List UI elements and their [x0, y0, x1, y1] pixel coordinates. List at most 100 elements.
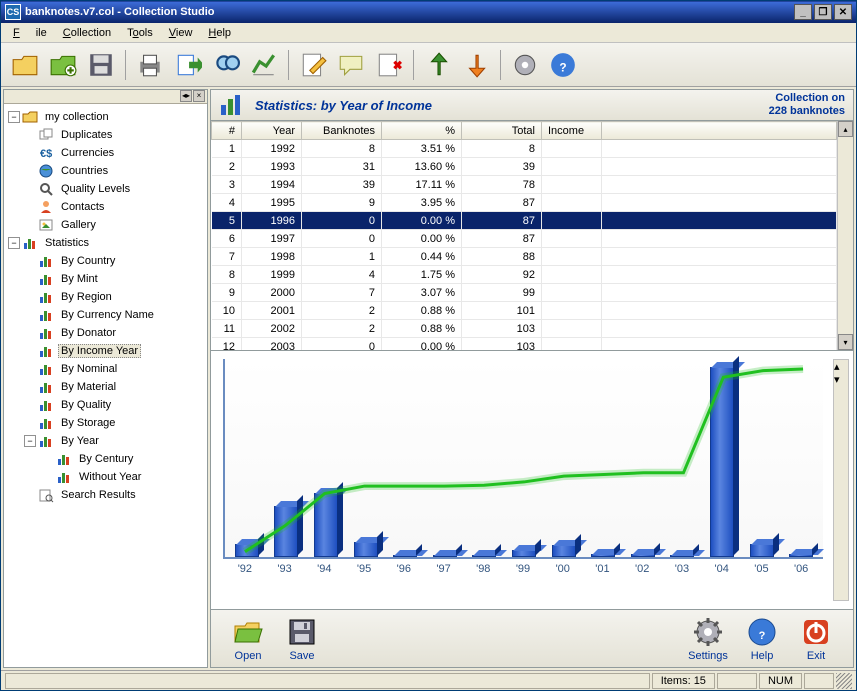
- table-row[interactable]: 11200220.88 %103: [212, 320, 837, 338]
- chart-bar: [431, 359, 459, 557]
- tree-icon: [38, 289, 54, 305]
- tree-icon: [38, 163, 54, 179]
- table-row[interactable]: 1199283.51 %8: [212, 140, 837, 158]
- table-scrollbar[interactable]: ▴ ▾: [837, 121, 853, 350]
- toolbar-download-orange-button[interactable]: [458, 47, 494, 83]
- toolbar-chart-button[interactable]: [246, 47, 282, 83]
- col-num[interactable]: #: [212, 122, 242, 140]
- open-button[interactable]: Open: [221, 614, 275, 664]
- x-tick-label: '04: [708, 563, 736, 575]
- tree-search-results[interactable]: Search Results: [6, 486, 205, 504]
- tree-label: By Income Year: [58, 344, 141, 358]
- toolbar-comment-button[interactable]: [333, 47, 369, 83]
- toolbar-settings-gear-button[interactable]: [507, 47, 543, 83]
- table-row[interactable]: 10200120.88 %101: [212, 302, 837, 320]
- tree-stats-by-donator[interactable]: By Donator: [6, 324, 205, 342]
- tree-quality-levels[interactable]: Quality Levels: [6, 180, 205, 198]
- tree-stats-by-quality[interactable]: By Quality: [6, 396, 205, 414]
- sidebar-collapse-button[interactable]: ◂▸: [180, 90, 192, 102]
- settings-button[interactable]: Settings: [681, 614, 735, 664]
- toolbar-edit-note-button[interactable]: [295, 47, 331, 83]
- toolbar-add-folder-button[interactable]: [45, 47, 81, 83]
- menu-view[interactable]: View: [161, 25, 201, 41]
- table-row[interactable]: 219933113.60 %39: [212, 158, 837, 176]
- resize-grip[interactable]: [836, 673, 852, 689]
- chart-bar: [510, 359, 538, 557]
- tree-stats-by-material[interactable]: By Material: [6, 378, 205, 396]
- menu-collection[interactable]: Collection: [55, 25, 119, 41]
- expand-toggle[interactable]: −: [24, 435, 36, 447]
- help-button[interactable]: ? Help: [735, 614, 789, 664]
- table-row[interactable]: 7199810.44 %88: [212, 248, 837, 266]
- expand-toggle[interactable]: −: [8, 111, 20, 123]
- chart-bar: [748, 359, 776, 557]
- chart-scrollbar[interactable]: ▴ ▾: [833, 359, 849, 601]
- tree-by-year[interactable]: − By Year: [6, 432, 205, 450]
- tree-stats-by-storage[interactable]: By Storage: [6, 414, 205, 432]
- table-row[interactable]: 6199700.00 %87: [212, 230, 837, 248]
- table-row[interactable]: 5199600.00 %87: [212, 212, 837, 230]
- tree-stats-by-income-year[interactable]: By Income Year: [6, 342, 205, 360]
- col-year[interactable]: Year: [242, 122, 302, 140]
- col-banknotes[interactable]: Banknotes: [302, 122, 382, 140]
- menu-help[interactable]: Help: [200, 25, 239, 41]
- close-button[interactable]: ✕: [834, 4, 852, 20]
- tree-gallery[interactable]: Gallery: [6, 216, 205, 234]
- export-icon: [174, 51, 202, 79]
- table-row[interactable]: 319943917.11 %78: [212, 176, 837, 194]
- toolbar-find-button[interactable]: [208, 47, 244, 83]
- sidebar: ◂▸ × −my collectionDuplicates€$Currencie…: [3, 89, 208, 668]
- tree-icon: [38, 361, 54, 377]
- toolbar-open-folder-button[interactable]: [7, 47, 43, 83]
- chart-bar: [273, 359, 301, 557]
- tree-root[interactable]: −my collection: [6, 108, 205, 126]
- status-items: Items: 15: [652, 673, 715, 689]
- toolbar-lock-button[interactable]: [371, 47, 407, 83]
- toolbar-print-button[interactable]: [132, 47, 168, 83]
- chart-bar: [629, 359, 657, 557]
- x-tick-label: '95: [350, 563, 378, 575]
- scroll-up-button[interactable]: ▴: [838, 121, 853, 137]
- exit-button[interactable]: Exit: [789, 614, 843, 664]
- tree-duplicates[interactable]: Duplicates: [6, 126, 205, 144]
- tree-icon: [56, 469, 72, 485]
- tree-stats-by-region[interactable]: By Region: [6, 288, 205, 306]
- tree-statistics[interactable]: −Statistics: [6, 234, 205, 252]
- table-row[interactable]: 4199593.95 %87: [212, 194, 837, 212]
- table-row[interactable]: 8199941.75 %92: [212, 266, 837, 284]
- titlebar[interactable]: CS banknotes.v7.col - Collection Studio …: [1, 1, 856, 23]
- col-income[interactable]: Income: [542, 122, 602, 140]
- table-row[interactable]: 9200073.07 %99: [212, 284, 837, 302]
- table-row[interactable]: 12200300.00 %103: [212, 338, 837, 351]
- chart-scroll-up[interactable]: ▴: [834, 360, 848, 373]
- tree-countries[interactable]: Countries: [6, 162, 205, 180]
- tree-icon: [38, 307, 54, 323]
- tree-view[interactable]: −my collectionDuplicates€$CurrenciesCoun…: [4, 104, 207, 667]
- tree-currencies[interactable]: €$Currencies: [6, 144, 205, 162]
- toolbar-help-button[interactable]: ?: [545, 47, 581, 83]
- tree-stats-by-country[interactable]: By Country: [6, 252, 205, 270]
- col-total[interactable]: Total: [462, 122, 542, 140]
- tree-without-year[interactable]: Without Year: [6, 468, 205, 486]
- data-table[interactable]: # Year Banknotes % Total Income 1199283.…: [210, 121, 854, 351]
- col-pct[interactable]: %: [382, 122, 462, 140]
- maximize-button[interactable]: ❐: [814, 4, 832, 20]
- tree-stats-by-nominal[interactable]: By Nominal: [6, 360, 205, 378]
- sidebar-close-button[interactable]: ×: [193, 90, 205, 102]
- tree-stats-by-currency-name[interactable]: By Currency Name: [6, 306, 205, 324]
- minimize-button[interactable]: _: [794, 4, 812, 20]
- save-button[interactable]: Save: [275, 614, 329, 664]
- tree-contacts[interactable]: Contacts: [6, 198, 205, 216]
- window-title: banknotes.v7.col - Collection Studio: [25, 6, 794, 18]
- tree-stats-by-mint[interactable]: By Mint: [6, 270, 205, 288]
- toolbar-upload-green-button[interactable]: [420, 47, 456, 83]
- menu-tools[interactable]: Tools: [119, 25, 161, 41]
- chart-scroll-down[interactable]: ▾: [834, 373, 848, 386]
- expand-toggle[interactable]: −: [8, 237, 20, 249]
- scroll-down-button[interactable]: ▾: [838, 334, 853, 350]
- toolbar-save-button[interactable]: [83, 47, 119, 83]
- tree-label: By Year: [58, 434, 102, 448]
- toolbar-export-button[interactable]: [170, 47, 206, 83]
- menu-file[interactable]: File: [5, 25, 55, 41]
- tree-by-century[interactable]: By Century: [6, 450, 205, 468]
